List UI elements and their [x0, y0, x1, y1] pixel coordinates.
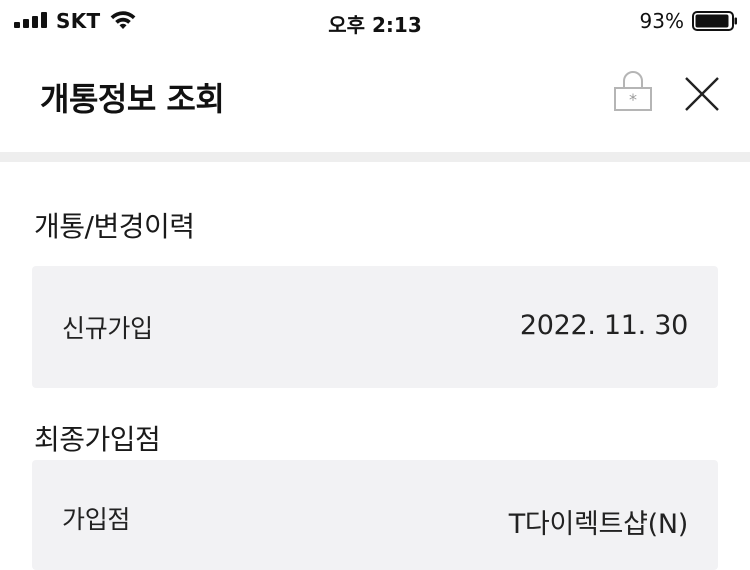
page-title: 개통정보 조회	[40, 80, 225, 118]
svg-text:*: *	[629, 90, 637, 109]
battery-percent: 93%	[639, 9, 684, 33]
battery-icon	[692, 11, 737, 31]
section-title-history: 개통/변경이력	[34, 210, 195, 243]
history-card: 신규가입 2022. 11. 30	[32, 266, 718, 388]
history-date: 2022. 11. 30	[519, 310, 688, 341]
page-header: 개통정보 조회 *	[0, 44, 750, 152]
status-time: 오후 2:13	[328, 13, 422, 37]
section-divider	[0, 152, 750, 162]
store-name: T다이렉트샵(N)	[508, 509, 689, 540]
section-title-store: 최종가입점	[34, 423, 161, 456]
status-bar: SKT 오후 2:13 93%	[0, 0, 750, 44]
store-label: 가입점	[62, 505, 131, 534]
lock-icon[interactable]: *	[612, 70, 654, 114]
history-label: 신규가입	[62, 314, 153, 343]
store-card: 가입점 T다이렉트샵(N)	[32, 460, 718, 570]
close-icon[interactable]	[680, 72, 724, 116]
